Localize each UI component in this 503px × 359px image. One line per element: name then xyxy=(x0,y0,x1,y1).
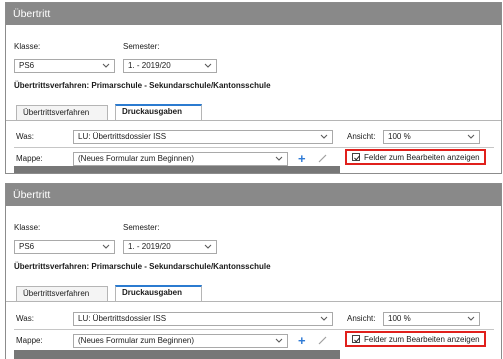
tab-druckausgaben[interactable]: Druckausgaben xyxy=(115,285,202,301)
tab-uebertrittsverfahren[interactable]: Übertrittsverfahren xyxy=(16,105,108,120)
was-label: Was: xyxy=(16,314,34,323)
add-icon[interactable]: + xyxy=(298,334,306,347)
chevron-down-icon xyxy=(275,156,283,161)
row-divider xyxy=(14,147,494,148)
semester-select[interactable]: 1. - 2019/20 xyxy=(123,59,217,73)
chevron-down-icon xyxy=(275,338,283,343)
ansicht-label: Ansicht: xyxy=(347,314,376,323)
chevron-down-icon xyxy=(320,134,328,139)
show-fields-checkbox[interactable] xyxy=(352,153,360,161)
checkbox-highlight: Felder zum Bearbeiten anzeigen xyxy=(345,331,486,347)
was-select[interactable]: LU: Übertrittsdossier ISS xyxy=(73,130,333,144)
ansicht-select[interactable]: 100 % xyxy=(383,312,480,326)
klasse-select[interactable]: PS6 xyxy=(14,59,115,73)
was-select-value: LU: Übertrittsdossier ISS xyxy=(78,132,167,141)
edit-pencil-icon[interactable] xyxy=(318,154,327,163)
chevron-down-icon xyxy=(204,244,212,249)
add-icon[interactable]: + xyxy=(298,152,306,165)
klasse-label: Klasse: xyxy=(14,42,41,51)
was-select-value: LU: Übertrittsdossier ISS xyxy=(78,314,167,323)
chevron-down-icon xyxy=(102,63,110,68)
was-select[interactable]: LU: Übertrittsdossier ISS xyxy=(73,312,333,326)
semester-select[interactable]: 1. - 2019/20 xyxy=(123,240,217,254)
panel-title: Übertritt xyxy=(6,184,501,206)
tab-strip-line xyxy=(6,301,501,302)
chevron-down-icon xyxy=(102,244,110,249)
semester-select-value: 1. - 2019/20 xyxy=(128,242,171,251)
klasse-select-value: PS6 xyxy=(19,242,35,251)
show-fields-label: Felder zum Bearbeiten anzeigen xyxy=(364,153,480,162)
chevron-down-icon xyxy=(467,316,475,321)
edit-pencil-icon[interactable] xyxy=(318,336,327,345)
checkmark-icon xyxy=(354,155,360,161)
semester-select-value: 1. - 2019/20 xyxy=(128,61,171,70)
checkbox-highlight: Felder zum Bearbeiten anzeigen xyxy=(345,149,486,165)
mappe-select-value: (Neues Formular zum Beginnen) xyxy=(78,154,195,163)
row-divider xyxy=(14,329,494,330)
mappe-select[interactable]: (Neues Formular zum Beginnen) xyxy=(73,152,288,166)
show-fields-label: Felder zum Bearbeiten anzeigen xyxy=(364,335,480,344)
was-label: Was: xyxy=(16,132,34,141)
klasse-select-value: PS6 xyxy=(19,61,35,70)
klasse-label: Klasse: xyxy=(14,223,41,232)
semester-label: Semester: xyxy=(123,223,160,232)
klasse-select[interactable]: PS6 xyxy=(14,240,115,254)
uebertritt-panel-1: Übertritt Klasse: Semester: PS6 1. - 201… xyxy=(5,2,502,174)
ansicht-select-value: 100 % xyxy=(388,132,411,141)
content-preview-bar xyxy=(14,350,340,359)
verfahren-heading: Übertrittsverfahren: Primarschule - Seku… xyxy=(14,81,271,90)
mappe-label: Mappe: xyxy=(16,336,43,345)
chevron-down-icon xyxy=(204,63,212,68)
tab-strip-line xyxy=(6,120,501,121)
uebertritt-panel-2: Übertritt Klasse: Semester: PS6 1. - 201… xyxy=(5,183,502,359)
semester-label: Semester: xyxy=(123,42,160,51)
checkmark-icon xyxy=(354,337,360,343)
ansicht-label: Ansicht: xyxy=(347,132,376,141)
chevron-down-icon xyxy=(467,134,475,139)
mappe-select-value: (Neues Formular zum Beginnen) xyxy=(78,336,195,345)
ansicht-select[interactable]: 100 % xyxy=(383,130,480,144)
panel-title: Übertritt xyxy=(6,3,501,25)
content-preview-bar xyxy=(14,166,340,173)
tab-uebertrittsverfahren[interactable]: Übertrittsverfahren xyxy=(16,286,108,301)
mappe-select[interactable]: (Neues Formular zum Beginnen) xyxy=(73,334,288,348)
ansicht-select-value: 100 % xyxy=(388,314,411,323)
mappe-label: Mappe: xyxy=(16,154,43,163)
tab-druckausgaben[interactable]: Druckausgaben xyxy=(115,104,202,120)
show-fields-checkbox[interactable] xyxy=(352,335,360,343)
verfahren-heading: Übertrittsverfahren: Primarschule - Seku… xyxy=(14,262,271,271)
chevron-down-icon xyxy=(320,316,328,321)
